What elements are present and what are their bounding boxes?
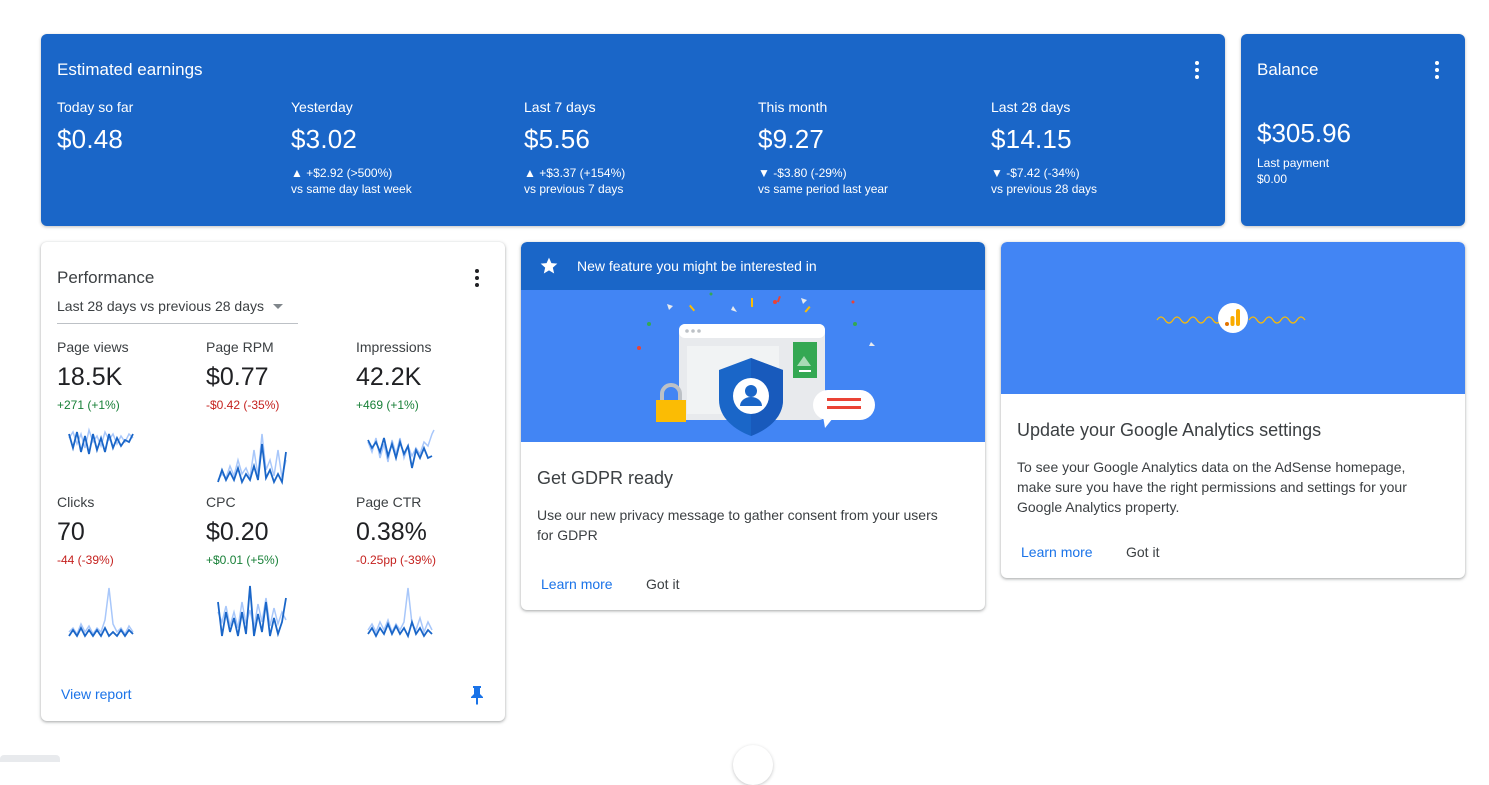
star-icon xyxy=(540,257,558,274)
sparkline-impressions xyxy=(367,429,435,469)
analytics-body: To see your Google Analytics data on the… xyxy=(1017,459,1407,515)
gdpr-body: Use our new privacy message to gather co… xyxy=(537,507,938,543)
earnings-label: Last 7 days xyxy=(524,99,596,115)
pin-icon[interactable] xyxy=(469,685,485,705)
gdpr-got-it-button[interactable]: Got it xyxy=(646,576,679,592)
earnings-delta: ▼ -$3.80 (-29%) xyxy=(758,166,847,180)
balance-value: $305.96 xyxy=(1257,118,1351,148)
metric-value: 70 xyxy=(57,518,85,546)
gdpr-heading: Get GDPR ready xyxy=(537,468,674,488)
earnings-yesterday: Yesterday $3.02 ▲ +$2.92 (>500%) vs same… xyxy=(291,99,521,197)
analytics-card: Update your Google Analytics settings To… xyxy=(1001,242,1465,578)
balance-card: Balance $305.96 Last payment $0.00 xyxy=(1241,34,1465,226)
sparkline-page-rpm xyxy=(217,433,287,486)
earnings-delta: ▲ +$2.92 (>500%) xyxy=(291,166,393,180)
gdpr-illustration-graphic xyxy=(637,292,875,436)
metric-value: 0.38% xyxy=(356,518,427,546)
metric-clicks[interactable]: Clicks 70 -44 (-39%) xyxy=(57,494,197,567)
earnings-value: $14.15 xyxy=(991,124,1072,154)
performance-card: Performance Last 28 days vs previous 28 … xyxy=(41,242,505,721)
metric-label: Impressions xyxy=(356,339,432,355)
gdpr-illustration xyxy=(521,290,985,442)
gdpr-feature-card: New feature you might be interested in G… xyxy=(521,242,985,610)
metric-label: Page RPM xyxy=(206,339,274,355)
balance-title: Balance xyxy=(1257,60,1319,79)
earnings-value: $5.56 xyxy=(524,124,591,154)
metric-value: $0.77 xyxy=(206,363,269,391)
sparkline-page-ctr xyxy=(367,587,433,639)
sparkline-clicks xyxy=(68,587,134,638)
earnings-value: $9.27 xyxy=(758,124,825,154)
gdpr-learn-more-link[interactable]: Learn more xyxy=(541,576,613,592)
performance-title: Performance xyxy=(57,268,155,287)
earnings-last-28-days: Last 28 days $14.15 ▼ -$7.42 (-34%) vs p… xyxy=(991,99,1221,197)
earnings-comparison: vs previous 7 days xyxy=(524,182,624,196)
analytics-learn-more-link[interactable]: Learn more xyxy=(1021,544,1093,560)
bottom-left-chip xyxy=(0,755,60,762)
date-range-label: Last 28 days vs previous 28 days xyxy=(57,298,265,314)
earnings-label: Last 28 days xyxy=(991,99,1071,115)
metric-page-views[interactable]: Page views 18.5K +271 (+1%) xyxy=(57,339,197,412)
metric-label: Page views xyxy=(57,339,129,355)
metric-delta: +469 (+1%) xyxy=(356,398,419,412)
metric-label: Clicks xyxy=(57,494,95,510)
last-payment-label: Last payment xyxy=(1257,156,1330,170)
sparkline-cpc xyxy=(217,585,287,638)
earnings-comparison: vs same day last week xyxy=(291,182,412,196)
metric-label: Page CTR xyxy=(356,494,422,510)
earnings-value: $0.48 xyxy=(57,124,124,154)
earnings-label: Yesterday xyxy=(291,99,353,115)
earnings-value: $3.02 xyxy=(291,124,358,154)
analytics-banner xyxy=(1001,242,1465,394)
performance-more-icon[interactable] xyxy=(467,266,487,290)
metric-delta: -44 (-39%) xyxy=(57,553,114,567)
sparkline-page-views xyxy=(68,427,134,455)
metric-impressions[interactable]: Impressions 42.2K +469 (+1%) xyxy=(356,339,496,412)
metric-label: CPC xyxy=(206,494,236,510)
scroll-fab[interactable] xyxy=(733,745,773,785)
feature-header: New feature you might be interested in xyxy=(521,242,985,290)
metric-cpc[interactable]: CPC $0.20 +$0.01 (+5%) xyxy=(206,494,346,567)
metric-delta: +271 (+1%) xyxy=(57,398,120,412)
metric-page-ctr[interactable]: Page CTR 0.38% -0.25pp (-39%) xyxy=(356,494,496,567)
analytics-heading: Update your Google Analytics settings xyxy=(1017,420,1322,440)
metric-value: 18.5K xyxy=(57,363,123,391)
earnings-comparison: vs previous 28 days xyxy=(991,182,1098,196)
metric-value: $0.20 xyxy=(206,518,269,546)
earnings-label: This month xyxy=(758,99,828,115)
earnings-delta: ▼ -$7.42 (-34%) xyxy=(991,166,1080,180)
analytics-illustration xyxy=(1156,303,1306,333)
feature-header-text: New feature you might be interested in xyxy=(577,258,817,274)
metric-delta: -0.25pp (-39%) xyxy=(356,553,437,567)
view-report-link[interactable]: View report xyxy=(61,686,132,702)
balance-more-icon[interactable] xyxy=(1427,58,1447,82)
earnings-this-month: This month $9.27 ▼ -$3.80 (-29%) vs same… xyxy=(758,99,988,197)
earnings-more-icon[interactable] xyxy=(1187,58,1207,82)
estimated-earnings-card: Estimated earnings Today so far $0.48 Ye… xyxy=(41,34,1225,226)
metric-delta: +$0.01 (+5%) xyxy=(206,553,279,567)
last-payment-value: $0.00 xyxy=(1257,172,1288,186)
date-range-dropdown[interactable]: Last 28 days vs previous 28 days xyxy=(57,298,298,324)
earnings-delta: ▲ +$3.37 (+154%) xyxy=(524,166,626,180)
metric-page-rpm[interactable]: Page RPM $0.77 -$0.42 (-35%) xyxy=(206,339,346,412)
analytics-got-it-button[interactable]: Got it xyxy=(1126,544,1159,560)
chevron-down-icon xyxy=(273,304,284,309)
earnings-label: Today so far xyxy=(57,99,134,115)
earnings-comparison: vs same period last year xyxy=(758,182,889,196)
earnings-title: Estimated earnings xyxy=(57,60,203,79)
earnings-today: Today so far $0.48 xyxy=(57,99,287,155)
earnings-last-7-days: Last 7 days $5.56 ▲ +$3.37 (+154%) vs pr… xyxy=(524,99,754,197)
metric-value: 42.2K xyxy=(356,363,422,391)
metric-delta: -$0.42 (-35%) xyxy=(206,398,280,412)
